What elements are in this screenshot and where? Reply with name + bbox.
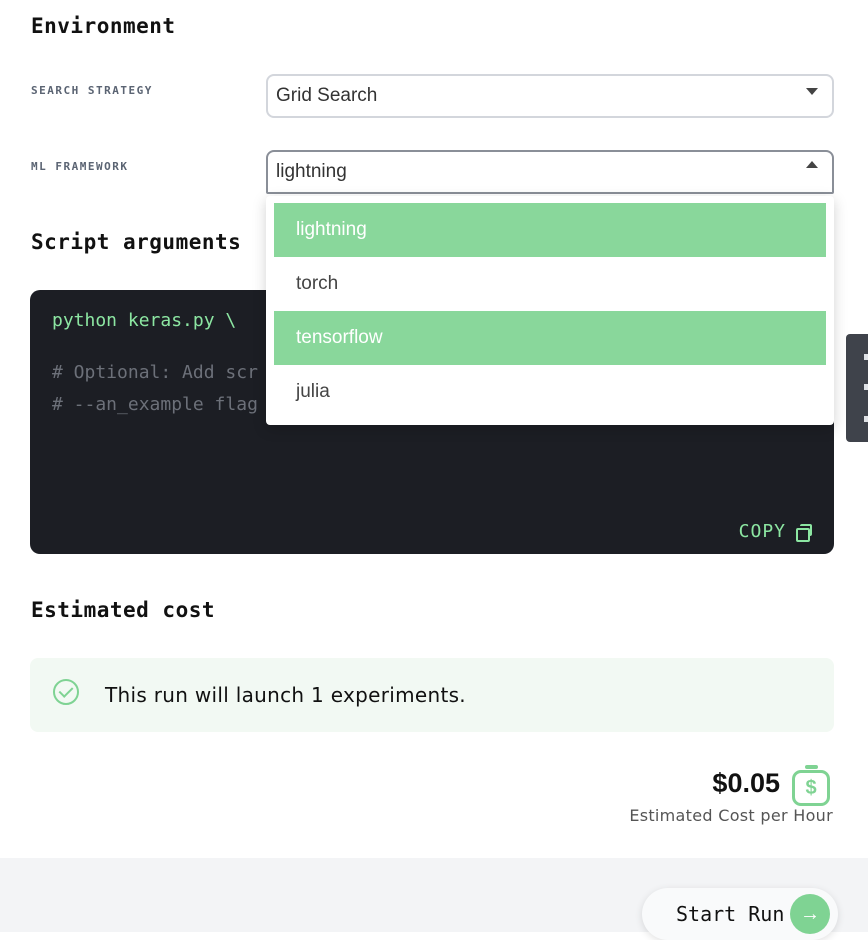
- check-circle-icon: [53, 679, 79, 705]
- search-strategy-select[interactable]: Grid Search: [266, 74, 834, 118]
- search-strategy-value: Grid Search: [276, 85, 378, 106]
- option-tensorflow[interactable]: tensorflow: [274, 311, 826, 365]
- chevron-up-icon: [806, 161, 818, 168]
- script-arguments-heading: Script arguments: [31, 230, 242, 254]
- search-strategy-label: SEARCH STRATEGY: [31, 84, 153, 97]
- experiment-info-box: This run will launch 1 experiments.: [30, 658, 834, 732]
- cost-label: Estimated Cost per Hour: [629, 806, 833, 825]
- option-julia[interactable]: julia: [274, 365, 826, 419]
- option-lightning[interactable]: lightning: [274, 203, 826, 257]
- copy-icon: [796, 523, 812, 542]
- ml-framework-dropdown: lightning torch tensorflow julia: [266, 196, 834, 425]
- estimated-cost-heading: Estimated cost: [31, 598, 216, 622]
- copy-label: COPY: [738, 521, 786, 542]
- experiment-info-text: This run will launch 1 experiments.: [105, 683, 466, 707]
- ml-framework-select[interactable]: lightning: [266, 150, 834, 194]
- code-comment-1: # Optional: Add scr: [52, 362, 258, 383]
- environment-heading: Environment: [31, 14, 176, 38]
- option-torch[interactable]: torch: [274, 257, 826, 311]
- dollar-icon: $: [792, 765, 830, 806]
- ml-framework-label: ML FRAMEWORK: [31, 160, 129, 173]
- arrow-right-icon: →: [790, 894, 830, 934]
- start-run-label: Start Run: [676, 902, 785, 926]
- start-run-button[interactable]: Start Run →: [642, 888, 838, 940]
- ml-framework-value: lightning: [276, 161, 347, 182]
- side-panel-tab[interactable]: [846, 334, 868, 442]
- chevron-down-icon: [806, 88, 818, 95]
- cost-value: $0.05: [712, 768, 780, 798]
- code-comment-2: # --an_example flag: [52, 394, 258, 415]
- copy-button[interactable]: COPY: [739, 521, 812, 542]
- code-command: python keras.py \: [52, 310, 237, 331]
